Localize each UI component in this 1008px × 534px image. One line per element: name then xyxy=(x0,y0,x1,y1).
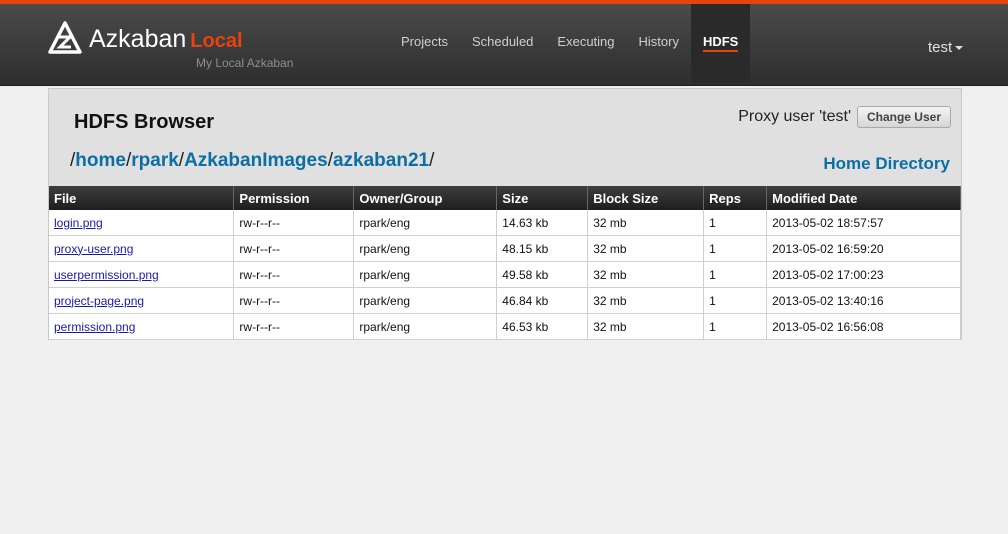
file-link[interactable]: userpermission.png xyxy=(54,268,159,282)
file-link[interactable]: proxy-user.png xyxy=(54,242,133,256)
files-table: File Permission Owner/Group Size Block S… xyxy=(49,186,961,340)
file-link[interactable]: project-page.png xyxy=(54,294,144,308)
table-row: proxy-user.png rw-r--r-- rpark/eng 48.15… xyxy=(49,235,961,262)
home-directory-link[interactable]: Home Directory xyxy=(823,154,950,174)
table-row: permission.png rw-r--r-- rpark/eng 46.53… xyxy=(49,313,961,340)
breadcrumb-rpark[interactable]: rpark xyxy=(131,150,179,171)
breadcrumb-azkaban21[interactable]: azkaban21 xyxy=(333,150,429,171)
nav-label: HDFS xyxy=(702,34,739,52)
column-header-modified-date[interactable]: Modified Date xyxy=(766,186,961,210)
nav-hdfs[interactable]: HDFS xyxy=(690,4,751,82)
column-header-size[interactable]: Size xyxy=(496,186,589,210)
owner-group-cell: rpark/eng xyxy=(353,261,498,288)
file-cell: userpermission.png xyxy=(49,261,235,288)
nav-executing[interactable]: Executing xyxy=(545,4,626,82)
permission-cell: rw-r--r-- xyxy=(233,261,355,288)
hdfs-panel: HDFS Browser Proxy user 'test' Change Us… xyxy=(48,88,962,340)
permission-cell: rw-r--r-- xyxy=(233,235,355,262)
reps-cell: 1 xyxy=(703,210,768,236)
main-nav: Projects Scheduled Executing History HDF… xyxy=(389,4,751,82)
modified-date-cell: 2013-05-02 17:00:23 xyxy=(766,261,961,288)
size-cell: 48.15 kb xyxy=(496,235,589,262)
modified-date-cell: 2013-05-02 16:59:20 xyxy=(766,235,961,262)
file-cell: permission.png xyxy=(49,313,235,340)
nav-history[interactable]: History xyxy=(627,4,691,82)
reps-cell: 1 xyxy=(703,287,768,314)
file-cell: login.png xyxy=(49,210,235,236)
block-size-cell: 32 mb xyxy=(587,235,705,262)
file-cell: proxy-user.png xyxy=(49,235,235,262)
nav-label: Projects xyxy=(401,34,448,49)
column-header-file[interactable]: File xyxy=(49,186,235,210)
reps-cell: 1 xyxy=(703,313,768,340)
breadcrumb-separator: / xyxy=(429,150,435,171)
modified-date-cell: 2013-05-02 16:56:08 xyxy=(766,313,961,340)
user-menu[interactable]: test xyxy=(928,39,964,56)
owner-group-cell: rpark/eng xyxy=(353,210,498,236)
reps-cell: 1 xyxy=(703,235,768,262)
change-user-button[interactable]: Change User xyxy=(856,106,951,128)
owner-group-cell: rpark/eng xyxy=(353,287,498,314)
breadcrumb-azkabanimages[interactable]: AzkabanImages xyxy=(184,150,328,171)
column-header-owner-group[interactable]: Owner/Group xyxy=(353,186,498,210)
brand-name[interactable]: Azkaban Local xyxy=(89,25,243,54)
size-cell: 49.58 kb xyxy=(496,261,589,288)
breadcrumb-home[interactable]: home xyxy=(75,150,126,171)
permission-cell: rw-r--r-- xyxy=(233,313,355,340)
caret-down-icon xyxy=(955,46,964,51)
block-size-cell: 32 mb xyxy=(587,287,705,314)
block-size-cell: 32 mb xyxy=(587,313,705,340)
block-size-cell: 32 mb xyxy=(587,210,705,236)
reps-cell: 1 xyxy=(703,261,768,288)
size-cell: 46.53 kb xyxy=(496,313,589,340)
permission-cell: rw-r--r-- xyxy=(233,287,355,314)
table-header-row: File Permission Owner/Group Size Block S… xyxy=(49,186,961,210)
modified-date-cell: 2013-05-02 18:57:57 xyxy=(766,210,961,236)
user-name: test xyxy=(928,39,953,56)
owner-group-cell: rpark/eng xyxy=(353,313,498,340)
azkaban-logo-icon[interactable] xyxy=(48,21,82,55)
nav-projects[interactable]: Projects xyxy=(389,4,460,82)
proxy-user-label: Proxy user 'test' xyxy=(738,108,851,125)
file-cell: project-page.png xyxy=(49,287,235,314)
permission-cell: rw-r--r-- xyxy=(233,210,355,236)
column-header-reps[interactable]: Reps xyxy=(703,186,768,210)
owner-group-cell: rpark/eng xyxy=(353,235,498,262)
file-link[interactable]: permission.png xyxy=(54,320,135,334)
nav-label: Scheduled xyxy=(471,34,534,49)
table-row: login.png rw-r--r-- rpark/eng 14.63 kb 3… xyxy=(49,210,961,236)
brand-suffix: Local xyxy=(190,30,243,52)
nav-label: Executing xyxy=(557,34,615,49)
brand-tagline: My Local Azkaban xyxy=(196,56,294,70)
column-header-permission[interactable]: Permission xyxy=(233,186,355,210)
top-navbar: Azkaban Local My Local Azkaban Projects S… xyxy=(0,0,1008,86)
size-cell: 14.63 kb xyxy=(496,210,589,236)
column-header-block-size[interactable]: Block Size xyxy=(587,186,705,210)
nav-scheduled[interactable]: Scheduled xyxy=(460,4,545,82)
size-cell: 46.84 kb xyxy=(496,287,589,314)
table-row: userpermission.png rw-r--r-- rpark/eng 4… xyxy=(49,261,961,288)
nav-label: History xyxy=(638,34,679,49)
breadcrumb: /home/rpark/AzkabanImages/azkaban21/ xyxy=(70,150,434,172)
brand-title: Azkaban xyxy=(89,25,187,53)
file-link[interactable]: login.png xyxy=(54,216,103,230)
modified-date-cell: 2013-05-02 13:40:16 xyxy=(766,287,961,314)
page-title: HDFS Browser xyxy=(74,111,215,133)
table-row: project-page.png rw-r--r-- rpark/eng 46.… xyxy=(49,287,961,314)
block-size-cell: 32 mb xyxy=(587,261,705,288)
